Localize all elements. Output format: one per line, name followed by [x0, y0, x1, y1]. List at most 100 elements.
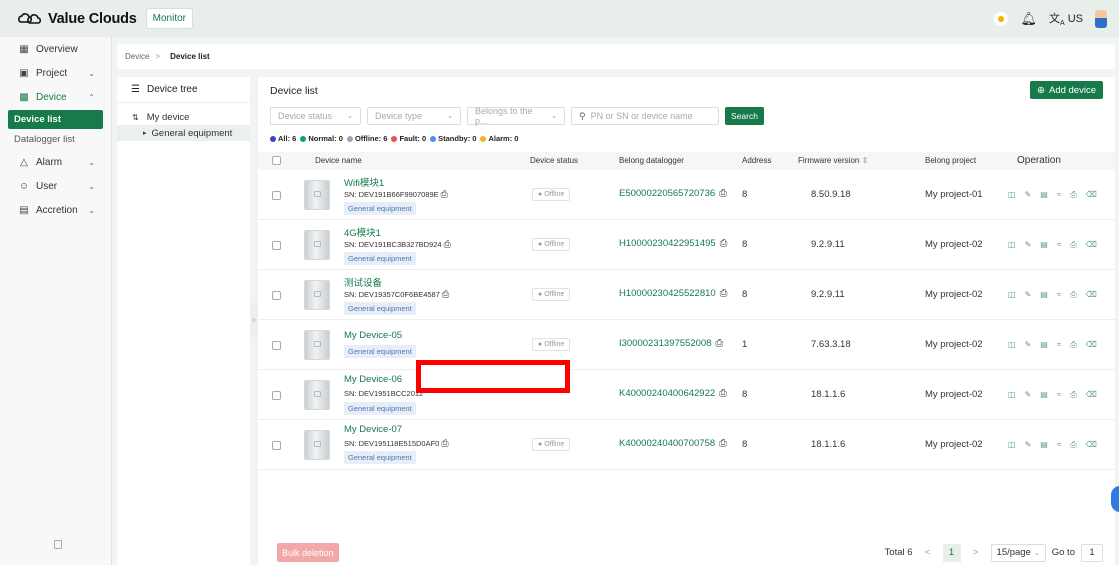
- datalogger-link[interactable]: H10000230422951495 ⎙: [619, 238, 727, 249]
- table-row[interactable]: 测试设备 SN: DEV19357C0F6BE4587 ⎙ General equ…: [258, 270, 1115, 320]
- edit-icon[interactable]: ✎: [1025, 240, 1032, 250]
- add-device-button[interactable]: ⊕ Add device: [1030, 81, 1103, 99]
- delete-icon[interactable]: ⌫: [1086, 190, 1097, 200]
- device-status-select[interactable]: Device status ⌄: [270, 107, 361, 125]
- table-row[interactable]: My Device-06 SN: DEV1951BCC2012 General …: [258, 370, 1115, 420]
- signal-icon[interactable]: ≈: [1057, 390, 1061, 400]
- project-select[interactable]: Belongs to the p... ⌄: [467, 106, 565, 126]
- page-number[interactable]: 1: [942, 543, 961, 562]
- copy-icon[interactable]: ⎙: [719, 388, 727, 399]
- screen-icon[interactable]: ▤: [1040, 240, 1048, 250]
- legend-all[interactable]: All: 6: [270, 134, 296, 143]
- edit-icon[interactable]: ✎: [1025, 440, 1032, 450]
- edit-icon[interactable]: ✎: [1025, 290, 1032, 300]
- row-checkbox[interactable]: [272, 191, 281, 200]
- sidebar-subitem-datalogger-list[interactable]: Datalogger list: [0, 130, 111, 149]
- next-page-icon[interactable]: >: [967, 544, 985, 562]
- datalogger-link[interactable]: K40000240400642922 ⎙: [619, 388, 727, 399]
- legend-standby[interactable]: Standby: 0: [430, 134, 476, 143]
- copy-icon[interactable]: ⎙: [715, 338, 723, 349]
- screen-icon[interactable]: ▤: [1040, 340, 1048, 350]
- screen-icon[interactable]: ▤: [1040, 390, 1048, 400]
- table-row[interactable]: 4G模块1 SN: DEV191BC3B327BD924 ⎙ General eq…: [258, 220, 1115, 270]
- save-icon[interactable]: ◫: [1008, 190, 1016, 200]
- legend-alarm[interactable]: Alarm: 0: [480, 134, 518, 143]
- save-icon[interactable]: ◫: [1008, 340, 1016, 350]
- copy-icon[interactable]: ⎙: [1070, 440, 1076, 450]
- copy-icon[interactable]: ⎙: [441, 189, 448, 199]
- logo[interactable]: Value Clouds: [18, 0, 137, 37]
- row-checkbox[interactable]: [272, 391, 281, 400]
- search-button[interactable]: Search: [725, 107, 764, 125]
- edit-icon[interactable]: ✎: [1025, 340, 1032, 350]
- device-name-link[interactable]: 4G模块1: [344, 225, 381, 239]
- search-input[interactable]: ⚲ PN or SN or device name: [571, 107, 719, 125]
- goto-input[interactable]: 1: [1081, 543, 1103, 562]
- sidebar-collapse-icon[interactable]: [54, 540, 62, 549]
- row-checkbox[interactable]: [272, 241, 281, 250]
- edit-icon[interactable]: ✎: [1025, 390, 1032, 400]
- datalogger-link[interactable]: H10000230425522810 ⎙: [619, 288, 727, 299]
- prev-page-icon[interactable]: <: [919, 544, 937, 562]
- screen-icon[interactable]: ▤: [1040, 290, 1048, 300]
- copy-icon[interactable]: ⎙: [1070, 190, 1076, 200]
- datalogger-link[interactable]: E50000220565720736 ⎙: [619, 188, 727, 199]
- datalogger-link[interactable]: K40000240400700758 ⎙: [619, 438, 727, 449]
- bulk-delete-button[interactable]: Bulk deletion: [277, 543, 339, 562]
- signal-icon[interactable]: ≈: [1057, 340, 1061, 350]
- copy-icon[interactable]: ⎙: [719, 438, 727, 449]
- copy-icon[interactable]: ⎙: [720, 238, 728, 249]
- sidebar-subitem-device-list[interactable]: Device list: [8, 110, 103, 129]
- signal-icon[interactable]: ≈: [1057, 440, 1061, 450]
- legend-offline[interactable]: Offline: 6: [346, 134, 387, 143]
- save-icon[interactable]: ◫: [1008, 290, 1016, 300]
- edit-icon[interactable]: ✎: [1025, 190, 1032, 200]
- breadcrumb-parent[interactable]: Device: [125, 52, 149, 61]
- copy-icon[interactable]: ⎙: [442, 289, 449, 299]
- page-size-select[interactable]: 15/page ⌄: [990, 543, 1046, 562]
- delete-icon[interactable]: ⌫: [1086, 340, 1097, 350]
- bell-icon[interactable]: 🔔︎: [1020, 11, 1037, 27]
- device-name-link[interactable]: My Device-07: [344, 424, 402, 435]
- tree-node-general-equipment[interactable]: ▸ General equipment: [117, 125, 250, 141]
- device-name-link[interactable]: Wifi模块1: [344, 175, 384, 189]
- row-checkbox[interactable]: [272, 341, 281, 350]
- table-row[interactable]: My Device-05 General equipment ● Offline…: [258, 320, 1115, 370]
- avatar[interactable]: [1095, 9, 1107, 28]
- screen-icon[interactable]: ▤: [1040, 440, 1048, 450]
- table-row[interactable]: My Device-07 SN: DEV195118E515D0AF0 ⎙ Gen…: [258, 420, 1115, 470]
- sidebar-item-project[interactable]: ▣ Project ⌄: [0, 61, 111, 85]
- language-switch[interactable]: 文A US: [1049, 10, 1083, 27]
- device-name-link[interactable]: 测试设备: [344, 275, 382, 289]
- tree-node-root[interactable]: ⇅ My device: [117, 109, 250, 125]
- copy-icon[interactable]: ⎙: [1070, 390, 1076, 400]
- copy-icon[interactable]: ⎙: [441, 438, 448, 448]
- table-row[interactable]: Wifi模块1 SN: DEV191B66F9907089E ⎙ General …: [258, 170, 1115, 220]
- sidebar-item-accretion[interactable]: ▤ Accretion ⌄: [0, 198, 111, 222]
- select-all-checkbox[interactable]: [272, 156, 281, 165]
- monitor-tab[interactable]: Monitor: [145, 8, 194, 29]
- copy-icon[interactable]: ⎙: [1070, 240, 1076, 250]
- datalogger-link[interactable]: I30000231397552008 ⎙: [619, 338, 723, 349]
- copy-icon[interactable]: ⎙: [1070, 340, 1076, 350]
- save-icon[interactable]: ◫: [1008, 440, 1016, 450]
- theme-sun-icon[interactable]: [994, 11, 1009, 26]
- row-checkbox[interactable]: [272, 291, 281, 300]
- save-icon[interactable]: ◫: [1008, 240, 1016, 250]
- copy-icon[interactable]: ⎙: [1070, 290, 1076, 300]
- legend-normal[interactable]: Normal: 0: [300, 134, 343, 143]
- copy-icon[interactable]: ⎙: [719, 188, 727, 199]
- delete-icon[interactable]: ⌫: [1086, 390, 1097, 400]
- device-name-link[interactable]: My Device-05: [344, 330, 402, 341]
- device-type-select[interactable]: Device type ⌄: [367, 107, 461, 125]
- signal-icon[interactable]: ≈: [1057, 290, 1061, 300]
- delete-icon[interactable]: ⌫: [1086, 440, 1097, 450]
- delete-icon[interactable]: ⌫: [1086, 240, 1097, 250]
- row-checkbox[interactable]: [272, 441, 281, 450]
- signal-icon[interactable]: ≈: [1057, 240, 1061, 250]
- legend-fault[interactable]: Fault: 0: [391, 134, 426, 143]
- sidebar-item-device[interactable]: ▩ Device ⌃: [0, 85, 111, 109]
- panel-resize-handle[interactable]: «: [250, 303, 258, 337]
- device-name-link[interactable]: My Device-06: [344, 374, 402, 385]
- column-header-sortable[interactable]: Firmware version ⇕: [798, 156, 868, 165]
